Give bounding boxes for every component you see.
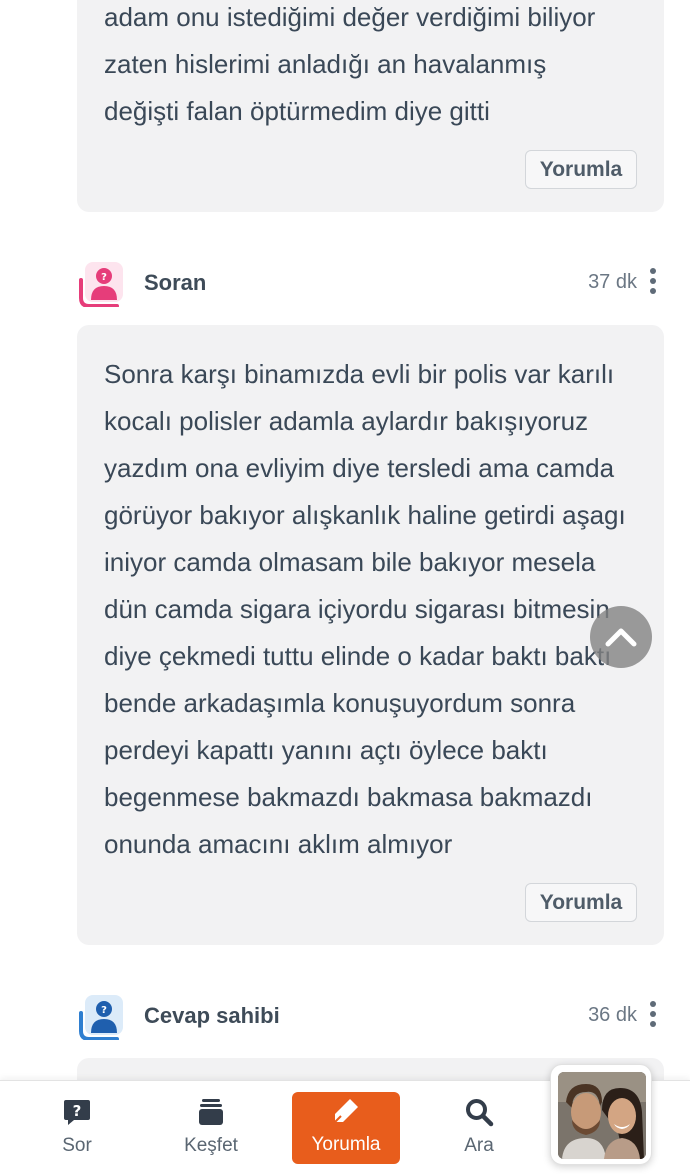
nav-item-sor[interactable]: ? Sor — [22, 1093, 132, 1165]
answer-card: Sonra karşı binamızda evli bir polis var… — [77, 325, 664, 945]
question-bubble-icon: ? — [60, 1095, 94, 1129]
nav-item-yorumla[interactable]: Yorumla — [292, 1092, 400, 1164]
nav-item-ara[interactable]: Ara — [424, 1093, 534, 1165]
answer-text: Sonra karşı binamızda evli bir polis var… — [104, 359, 626, 859]
reply-button[interactable]: Yorumla — [525, 150, 637, 189]
couple-photo-icon — [558, 1072, 646, 1159]
answer-text: adam onu istediğimi değer verdiğimi bili… — [104, 2, 596, 126]
promo-photo-button[interactable] — [550, 1064, 652, 1165]
nav-label: Yorumla — [311, 1134, 381, 1155]
pencil-icon — [329, 1094, 363, 1128]
more-options-icon[interactable] — [648, 268, 658, 294]
timestamp: 37 dk — [588, 271, 637, 293]
reply-button[interactable]: Yorumla — [525, 883, 637, 922]
nav-label: Sor — [62, 1135, 92, 1156]
author-name[interactable]: Cevap sahibi — [144, 1003, 280, 1029]
stack-icon — [194, 1095, 228, 1129]
svg-text:?: ? — [101, 272, 107, 283]
nav-label: Ara — [464, 1135, 494, 1156]
answer-card: adam onu istediğimi değer verdiğimi bili… — [77, 0, 664, 212]
nav-item-kesfet[interactable]: Keşfet — [156, 1093, 266, 1165]
more-options-icon[interactable] — [648, 1001, 658, 1027]
svg-text:?: ? — [73, 1102, 82, 1120]
timestamp: 36 dk — [588, 1004, 637, 1026]
author-name[interactable]: Soran — [144, 270, 206, 296]
asker-avatar-icon[interactable]: ? — [77, 260, 124, 308]
search-icon — [462, 1095, 496, 1129]
nav-label: Keşfet — [184, 1135, 238, 1156]
answerer-avatar-icon[interactable]: ? — [77, 993, 124, 1041]
author-row: ? Soran 37 dk — [77, 260, 664, 310]
scroll-to-top-button[interactable] — [590, 606, 652, 668]
answers-page: adam onu istediğimi değer verdiğimi bili… — [0, 0, 690, 1174]
svg-text:?: ? — [101, 1005, 107, 1016]
chevron-up-icon — [605, 628, 637, 647]
author-row: ? Cevap sahibi 36 dk — [77, 993, 664, 1043]
